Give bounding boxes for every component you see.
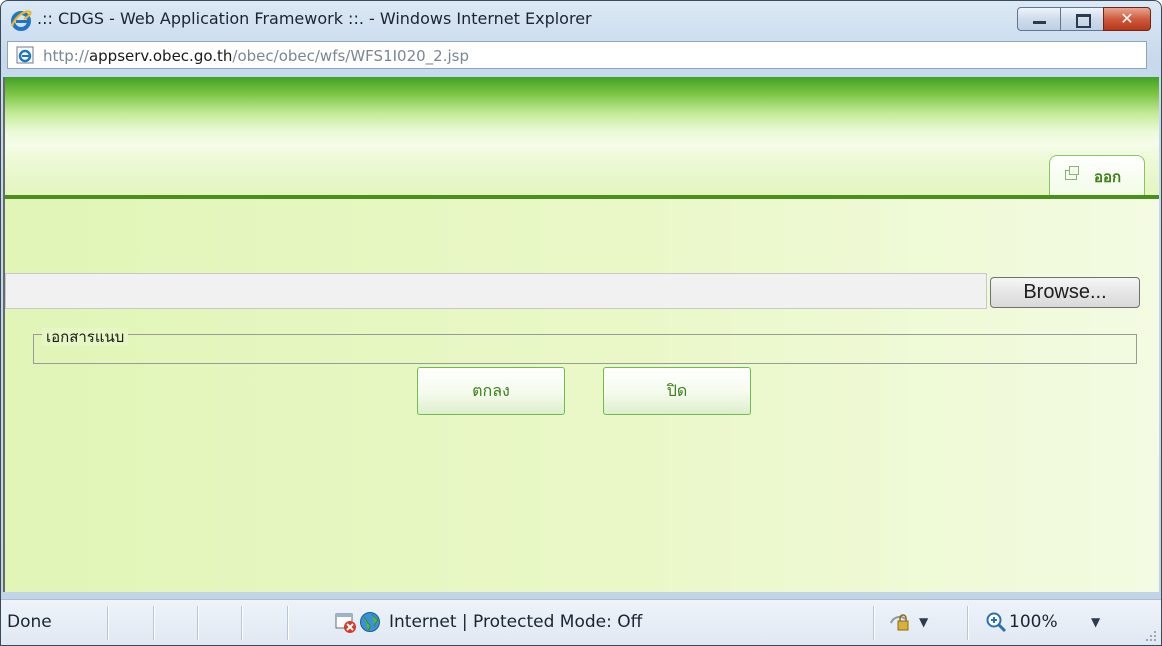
status-divider <box>107 606 109 640</box>
title-bar: .:: CDGS - Web Application Framework ::.… <box>1 1 1161 39</box>
popup-blocked-icon[interactable] <box>335 612 357 634</box>
attachment-legend: เอกสารแนบ <box>42 328 129 346</box>
url-host: appserv.obec.go.th <box>88 47 233 65</box>
close-button[interactable]: ✕ <box>1103 7 1151 31</box>
logout-button[interactable]: ออก <box>1049 155 1145 195</box>
internet-explorer-icon <box>10 10 32 31</box>
close-page-button[interactable]: ปิด <box>603 367 751 415</box>
header-divider <box>5 195 1159 199</box>
url-prefix: http:// <box>43 47 89 65</box>
protected-mode-icon[interactable] <box>889 613 911 633</box>
minimize-button[interactable] <box>1017 7 1061 31</box>
file-path-input[interactable] <box>5 273 987 309</box>
address-bar[interactable]: http://appserv.obec.go.th/obec/obec/wfs/… <box>7 41 1147 69</box>
window-title: .:: CDGS - Web Application Framework ::.… <box>37 9 592 28</box>
status-divider <box>967 606 969 640</box>
chevron-down-icon[interactable]: ▼ <box>919 615 928 629</box>
attachment-fieldset: เอกสารแนบ <box>33 328 1137 364</box>
status-divider <box>287 606 289 640</box>
status-divider <box>241 606 243 640</box>
chevron-down-icon[interactable]: ▼ <box>1091 615 1100 629</box>
app-header <box>5 77 1159 197</box>
status-bar: Done Internet | Protected Mode: Off ▼ 10… <box>1 599 1161 645</box>
close-icon: ✕ <box>1120 9 1134 28</box>
zone-status[interactable]: Internet | Protected Mode: Off <box>389 612 642 632</box>
maximize-icon <box>1076 14 1091 28</box>
minimize-icon <box>1033 21 1046 24</box>
browse-button[interactable]: Browse... <box>990 277 1140 308</box>
status-text: Done <box>7 612 52 632</box>
magnifier-icon <box>986 612 1007 633</box>
window-controls: ✕ <box>1017 7 1151 31</box>
status-divider <box>197 606 199 640</box>
logout-label: ออก <box>1094 168 1122 186</box>
window-icon <box>1065 166 1079 180</box>
resize-grip-icon[interactable] <box>1145 630 1157 642</box>
status-divider <box>153 606 155 640</box>
page-viewport: ออก Browse... เอกสารแนบ ตกลง ปิด <box>3 77 1159 592</box>
url-path: /obec/obec/wfs/WFS1I020_2.jsp <box>232 47 469 65</box>
maximize-button[interactable] <box>1060 7 1104 31</box>
url-text[interactable]: http://appserv.obec.go.th/obec/obec/wfs/… <box>43 47 469 65</box>
status-divider <box>873 606 875 640</box>
zoom-level[interactable]: 100% <box>1009 612 1058 632</box>
browser-window: .:: CDGS - Web Application Framework ::.… <box>0 0 1162 646</box>
internet-explorer-page-icon <box>16 46 34 64</box>
globe-icon <box>360 612 380 632</box>
ok-button[interactable]: ตกลง <box>417 367 565 415</box>
